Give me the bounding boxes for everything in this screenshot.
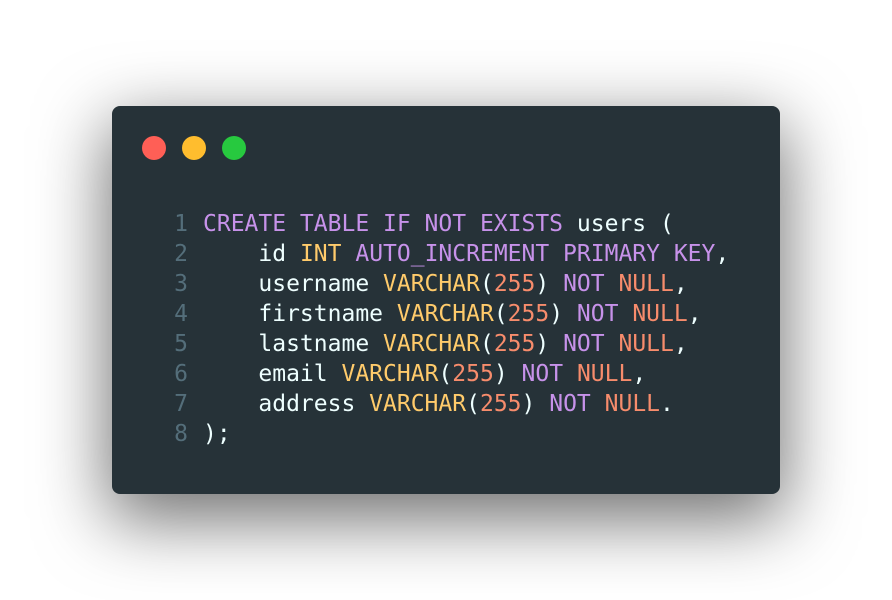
code-window: 1 CREATE TABLE IF NOT EXISTS users (2 id … [112, 106, 780, 494]
code-line: 3 username VARCHAR(255) NOT NULL, [172, 269, 729, 299]
line-number: 4 [174, 301, 188, 327]
line-number: 8 [174, 421, 188, 447]
code-token-type: INT [299, 241, 342, 267]
code-token-keyword: AUTO_INCREMENT PRIMARY KEY [355, 241, 716, 267]
code-line: 8); [172, 419, 729, 449]
line-number: 5 [174, 331, 188, 357]
code-line: 7 address VARCHAR(255) NOT NULL. [172, 389, 729, 419]
code-token-plain: ); [203, 421, 231, 447]
code-token-plain: email [203, 361, 342, 387]
code-token-type: VARCHAR [396, 301, 494, 327]
line-number: 7 [174, 391, 188, 417]
code-token-plain: ) [535, 331, 564, 357]
code-token-plain: ( [438, 361, 453, 387]
minimize-window-button[interactable] [182, 136, 206, 160]
code-line: 6 email VARCHAR(255) NOT NULL, [172, 359, 729, 389]
code-token-type: VARCHAR [369, 391, 467, 417]
line-number: 2 [174, 241, 188, 267]
code-token-keyword: NOT [549, 391, 591, 417]
code-token-type: VARCHAR [383, 331, 480, 357]
code-token-keyword: NOT [521, 361, 564, 387]
screenshot-stage: 1 CREATE TABLE IF NOT EXISTS users (2 id … [0, 0, 892, 600]
code-token-plain: , [673, 331, 688, 357]
code-token-plain: firstname [203, 301, 397, 327]
code-token-number: NULL [618, 331, 674, 357]
code-token-plain: address [203, 391, 370, 417]
code-token-type: VARCHAR [383, 271, 480, 297]
code-token-plain: id [203, 241, 300, 267]
code-token-keyword: NOT [563, 271, 605, 297]
code-token-number: 255 [452, 361, 494, 387]
code-token-plain: ( [466, 391, 480, 417]
code-token-plain: users [563, 211, 660, 237]
code-line: 1 CREATE TABLE IF NOT EXISTS users ( [172, 209, 729, 239]
line-number: 3 [174, 271, 188, 297]
line-number: 6 [174, 361, 188, 387]
code-token-plain: ) [521, 391, 550, 417]
code-token-plain: , [673, 271, 688, 297]
code-token-number: NULL [632, 301, 688, 327]
code-token-number: 255 [493, 271, 536, 297]
maximize-window-button[interactable] [222, 136, 246, 160]
code-token-plain: . [660, 391, 674, 417]
code-token-number: 255 [479, 391, 522, 417]
line-number: 1 [174, 211, 188, 237]
code-line: 2 id INT AUTO_INCREMENT PRIMARY KEY, [172, 239, 729, 269]
code-line: 4 firstname VARCHAR(255) NOT NULL, [172, 299, 729, 329]
code-token-plain: ( [493, 301, 508, 327]
code-token-plain: ) [535, 271, 564, 297]
code-token-plain: ( [659, 211, 674, 237]
code-block: 1 CREATE TABLE IF NOT EXISTS users (2 id … [172, 209, 729, 449]
code-token-plain: ) [549, 301, 577, 327]
code-token-type: VARCHAR [341, 361, 439, 387]
close-window-button[interactable] [142, 136, 166, 160]
code-token-keyword: NOT [576, 301, 619, 327]
code-token-plain: ( [479, 271, 494, 297]
code-token-number: 255 [507, 301, 550, 327]
code-token-plain: , [715, 241, 730, 267]
code-token-plain: lastname [203, 331, 384, 357]
code-token-number: NULL [604, 391, 661, 417]
code-token-keyword: CREATE TABLE IF NOT EXISTS [203, 211, 564, 237]
code-token-number: NULL [576, 361, 633, 387]
code-token-number: 255 [493, 331, 536, 357]
code-token-plain: , [632, 361, 647, 387]
code-line: 5 lastname VARCHAR(255) NOT NULL, [172, 329, 729, 359]
code-token-plain: ) [493, 361, 522, 387]
code-token-keyword: NOT [563, 331, 605, 357]
code-token-number: NULL [618, 271, 674, 297]
code-token-plain: , [687, 301, 702, 327]
code-token-plain: ( [479, 331, 494, 357]
code-token-plain: username [203, 271, 384, 297]
